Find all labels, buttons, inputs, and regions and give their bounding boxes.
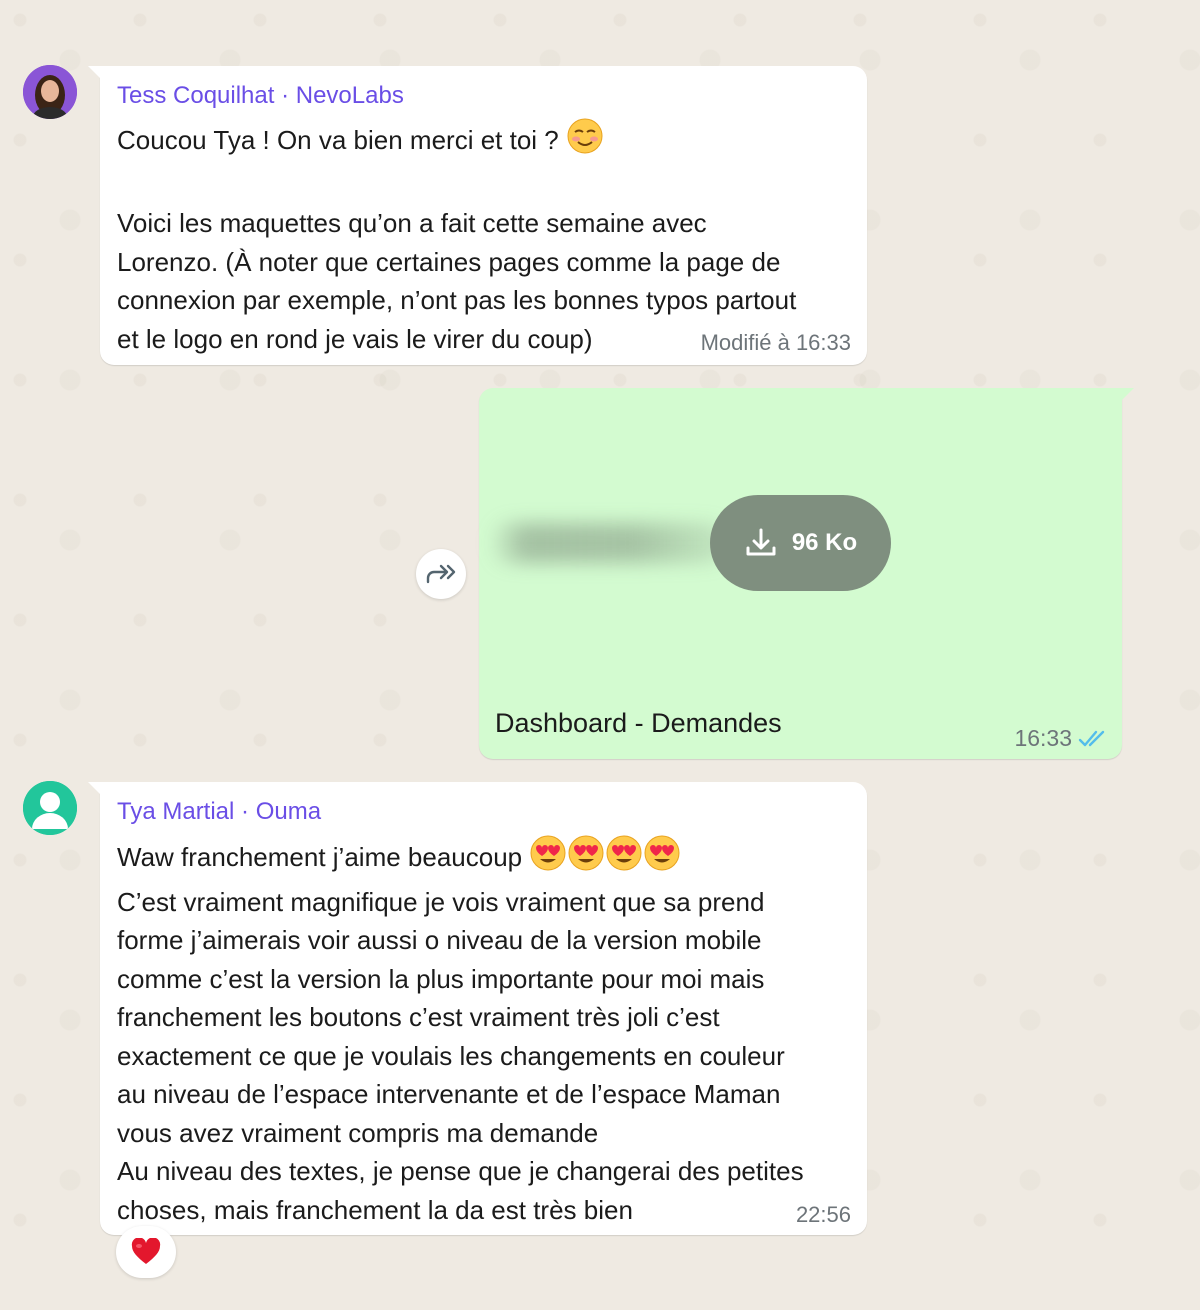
file-caption: Dashboard - Demandes — [495, 708, 782, 738]
message-line: Waw franchement j’aime beaucoup — [117, 842, 523, 872]
heart-eyes-emoji — [643, 834, 681, 883]
message-line: forme j’aimerais voir aussi o niveau de … — [117, 925, 762, 955]
blurred-image-preview — [489, 523, 729, 563]
message-line: vous avez vraiment compris ma demande — [117, 1117, 599, 1148]
default-user-icon — [23, 781, 77, 835]
message-time: 22:56 — [795, 1202, 851, 1227]
message-line: au niveau de l’espace intervenante et de… — [117, 1079, 781, 1109]
message-bubble-tya[interactable]: Tya Martial · Ouma Waw franchement j’aim… — [88, 782, 867, 1235]
message-line: connexion par exemple, n’ont pas les bon… — [117, 285, 797, 315]
avatar-tess[interactable] — [23, 65, 77, 119]
forward-icon — [426, 564, 456, 584]
sender-name[interactable]: Tess Coquilhat · NevoLabs — [117, 82, 404, 110]
message-line: comme c’est la version la plus important… — [117, 963, 765, 994]
file-size: 96 Ko — [791, 529, 858, 556]
avatar-tya-default[interactable] — [23, 781, 77, 835]
message-time: 16:33 — [1014, 725, 1072, 751]
heart-eyes-emoji — [529, 834, 567, 883]
heart-eyes-emoji — [605, 834, 643, 883]
message-line: franchement les boutons c’est vraiment t… — [117, 1002, 720, 1032]
message-line: Voici les maquettes qu’on a fait cette s… — [117, 208, 707, 238]
message-text: Waw franchement j’aime beaucoup C’est vr… — [117, 834, 847, 1229]
message-line: choses, mais franchement la da est très … — [117, 1194, 633, 1225]
double-check-read-icon — [1078, 730, 1105, 746]
message-line: Lorenzo. (À noter que certaines pages co… — [117, 246, 781, 277]
message-text: Coucou Tya ! On va bien merci et toi ? V… — [117, 117, 847, 358]
forward-button[interactable] — [416, 549, 466, 599]
red-heart-emoji — [131, 1238, 161, 1264]
sender-name[interactable]: Tya Martial · Ouma — [117, 798, 321, 826]
message-line: C’est vraiment magnifique je vois vraime… — [117, 886, 765, 917]
download-button[interactable]: 96 Ko — [710, 495, 891, 591]
edited-timestamp: Modifié à 16:33 — [700, 330, 851, 355]
message-bubble-tess[interactable]: Tess Coquilhat · NevoLabs Coucou Tya ! O… — [88, 66, 867, 365]
message-line: Au niveau des textes, je pense que je ch… — [117, 1156, 804, 1186]
message-status: 16:33 — [1014, 725, 1108, 752]
message-bubble-outgoing-file[interactable]: 96 Ko Dashboard - Demandes 16:33 — [479, 388, 1134, 759]
download-icon — [746, 528, 776, 556]
heart-eyes-emoji — [567, 834, 605, 883]
message-line: Coucou Tya ! On va bien merci et toi ? — [117, 125, 559, 155]
message-line: exactement ce que je voulais les changem… — [117, 1040, 785, 1071]
reaction-badge[interactable] — [116, 1226, 176, 1278]
smiling-blushing-emoji — [566, 117, 604, 166]
